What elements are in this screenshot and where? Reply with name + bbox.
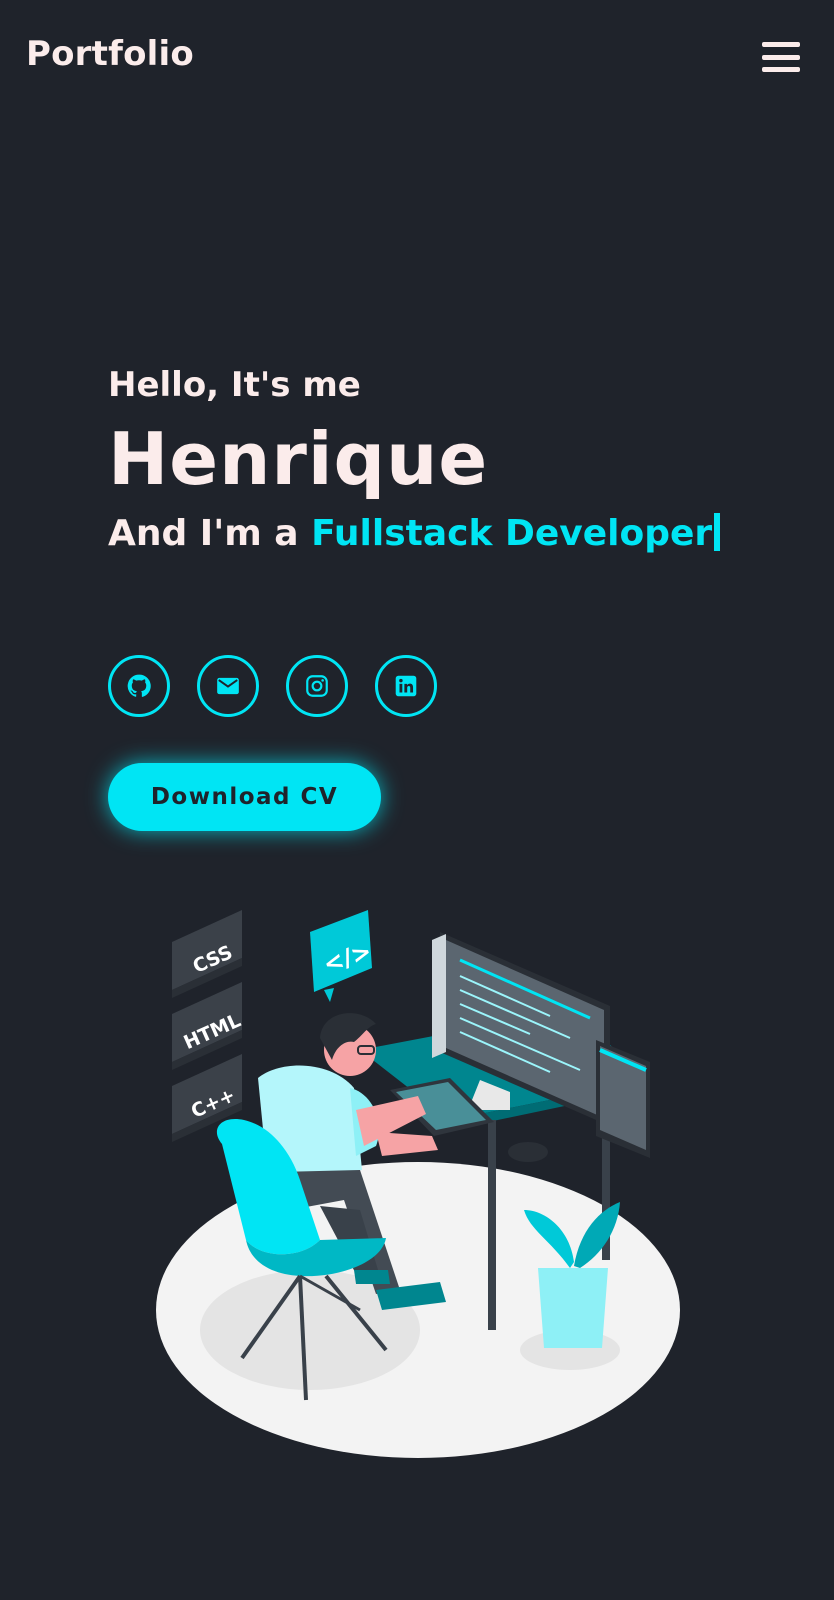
- email-link[interactable]: [197, 655, 259, 717]
- menu-bar: [762, 54, 800, 60]
- github-icon: [127, 674, 151, 697]
- instagram-icon: [306, 675, 328, 697]
- instagram-link[interactable]: [286, 655, 348, 717]
- github-link[interactable]: [108, 655, 170, 717]
- role-prefix: And I'm a: [108, 513, 312, 554]
- hero-name: Henrique: [108, 417, 489, 501]
- linkedin-icon: [395, 675, 417, 697]
- menu-bar: [762, 42, 800, 47]
- linkedin-link[interactable]: [375, 655, 437, 717]
- logo[interactable]: Portfolio: [26, 34, 194, 74]
- typing-cursor: [714, 513, 721, 551]
- code-bubble-icon: </>: [310, 910, 375, 1002]
- hero-section: Hello, It's me Henrique And I'm a Fullst…: [108, 360, 808, 560]
- hero-role: And I'm a Fullstack Developer: [108, 508, 808, 560]
- hero-greeting: Hello, It's me: [108, 365, 361, 405]
- menu-bar: [762, 67, 800, 72]
- html-badge: HTML: [172, 982, 244, 1070]
- css-badge: CSS: [172, 910, 242, 998]
- download-cv-button[interactable]: Download CV: [108, 763, 381, 831]
- hamburger-menu-icon[interactable]: [762, 42, 800, 72]
- role-highlight: Fullstack Developer: [311, 513, 713, 554]
- email-icon: [217, 677, 239, 695]
- developer-illustration: CSS HTML C++ </>: [150, 910, 690, 1470]
- developer-at-desk-illustration: CSS HTML C++ </>: [156, 910, 680, 1458]
- social-links: [108, 655, 437, 717]
